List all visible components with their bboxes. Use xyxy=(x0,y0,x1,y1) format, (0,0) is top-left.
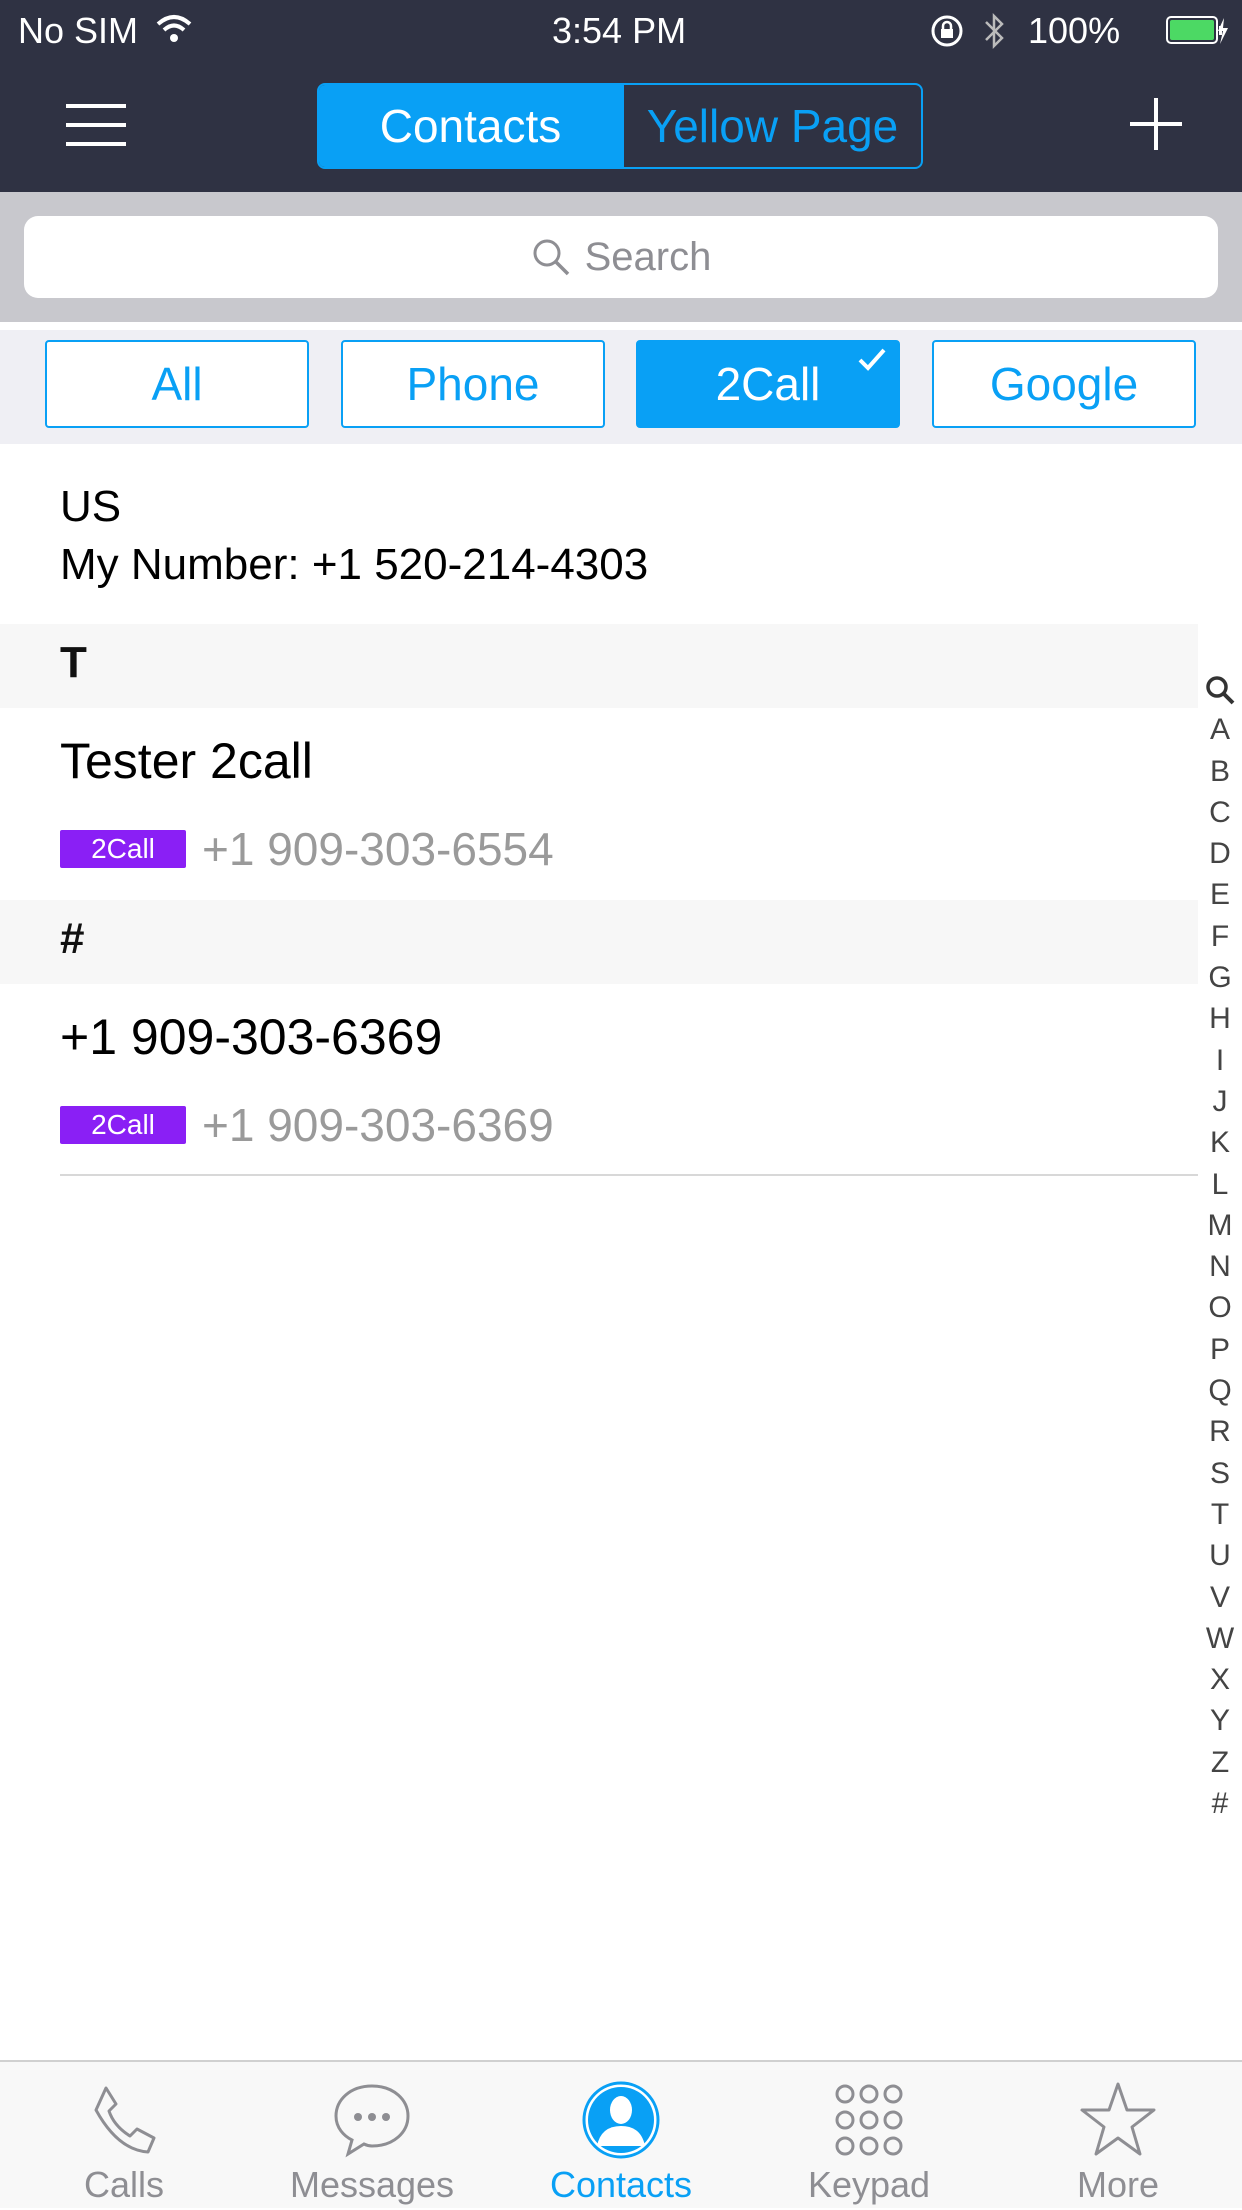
star-icon xyxy=(1080,2082,1156,2156)
index-letter[interactable]: C xyxy=(1198,792,1242,833)
section-header-t: T xyxy=(0,624,1198,708)
alphabet-index[interactable]: A B C D E F G H I J K L M N O P Q R S T … xyxy=(1198,668,1242,1824)
menu-icon[interactable] xyxy=(66,102,126,148)
index-letter[interactable]: L xyxy=(1198,1164,1242,1205)
filter-google[interactable]: Google xyxy=(932,340,1196,428)
index-letter[interactable]: A xyxy=(1198,709,1242,750)
index-letter[interactable]: J xyxy=(1198,1081,1242,1122)
nav-bar: Contacts Yellow Page xyxy=(0,62,1242,192)
tab-contacts[interactable]: Contacts xyxy=(497,2062,745,2210)
search-input[interactable]: Search xyxy=(24,216,1218,298)
tab-label: More xyxy=(1076,2164,1160,2205)
index-letter[interactable]: F xyxy=(1198,916,1242,957)
index-letter[interactable]: X xyxy=(1198,1659,1242,1700)
bluetooth-icon xyxy=(985,12,1004,50)
index-letter[interactable]: T xyxy=(1198,1494,1242,1535)
segment-yellow-page[interactable]: Yellow Page xyxy=(622,85,921,167)
index-letter[interactable]: U xyxy=(1198,1535,1242,1576)
index-letter[interactable]: K xyxy=(1198,1122,1242,1163)
tab-calls[interactable]: Calls xyxy=(0,2062,248,2210)
orientation-lock-icon xyxy=(931,15,963,47)
battery-icon xyxy=(1166,16,1228,44)
source-badge: 2Call xyxy=(60,1106,186,1144)
contact-name[interactable]: Tester 2call xyxy=(60,732,313,790)
index-letter[interactable]: N xyxy=(1198,1246,1242,1287)
index-letter[interactable]: V xyxy=(1198,1577,1242,1618)
index-letter[interactable]: E xyxy=(1198,874,1242,915)
contact-name[interactable]: +1 909-303-6369 xyxy=(60,1008,442,1066)
search-icon xyxy=(533,239,569,276)
tab-bar: Calls Messages Contacts Keypad More xyxy=(0,2060,1242,2208)
checkmark-icon xyxy=(858,348,886,371)
section-letter: T xyxy=(60,638,87,687)
index-letter[interactable]: D xyxy=(1198,833,1242,874)
my-number-block: US My Number: +1 520-214-4303 xyxy=(60,478,648,594)
index-letter[interactable]: Y xyxy=(1198,1700,1242,1741)
index-letter[interactable]: B xyxy=(1198,751,1242,792)
index-letter[interactable]: G xyxy=(1198,957,1242,998)
segment-contacts[interactable]: Contacts xyxy=(319,85,622,167)
search-placeholder: Search xyxy=(584,234,712,279)
contact-person-icon xyxy=(582,2081,660,2159)
index-letter[interactable]: # xyxy=(1198,1783,1242,1824)
index-letter[interactable]: I xyxy=(1198,1040,1242,1081)
index-letter[interactable]: W xyxy=(1198,1618,1242,1659)
row-divider xyxy=(60,1174,1198,1176)
index-letter[interactable]: P xyxy=(1198,1329,1242,1370)
battery-percent: 100% xyxy=(1028,10,1121,51)
index-letter[interactable]: S xyxy=(1198,1453,1242,1494)
section-letter: # xyxy=(60,914,85,963)
index-search-icon[interactable] xyxy=(1198,668,1242,709)
section-header-hash: # xyxy=(0,900,1198,984)
index-letter[interactable]: H xyxy=(1198,998,1242,1039)
wifi-icon xyxy=(156,15,192,42)
index-letter[interactable]: Q xyxy=(1198,1370,1242,1411)
source-badge: 2Call xyxy=(60,830,186,868)
filter-bar: All Phone 2Call Google xyxy=(0,330,1242,444)
tab-messages[interactable]: Messages xyxy=(248,2062,496,2210)
add-icon[interactable] xyxy=(1128,96,1184,152)
filter-all[interactable]: All xyxy=(45,340,309,428)
tab-label: Contacts xyxy=(549,2164,693,2205)
status-bar: No SIM 3:54 PM 100% xyxy=(0,0,1242,62)
search-area: Search xyxy=(0,192,1242,322)
index-letter[interactable]: M xyxy=(1198,1205,1242,1246)
my-number-region: US xyxy=(60,482,122,531)
tab-label: Messages xyxy=(289,2164,455,2205)
tab-label: Calls xyxy=(83,2164,164,2205)
segmented-control: Contacts Yellow Page xyxy=(317,83,923,169)
tab-more[interactable]: More xyxy=(994,2062,1242,2210)
index-letter[interactable]: R xyxy=(1198,1411,1242,1452)
message-bubble-icon xyxy=(334,2084,410,2158)
phone-icon xyxy=(94,2086,156,2154)
index-letter[interactable]: Z xyxy=(1198,1742,1242,1783)
filter-2call[interactable]: 2Call xyxy=(636,340,900,428)
contact-phone[interactable]: +1 909-303-6554 xyxy=(202,822,554,876)
index-letter[interactable]: O xyxy=(1198,1287,1242,1328)
filter-2call-label: 2Call xyxy=(715,358,821,410)
my-number-text: My Number: +1 520-214-4303 xyxy=(60,540,649,589)
clock: 3:54 PM xyxy=(552,10,687,51)
tab-keypad[interactable]: Keypad xyxy=(745,2062,993,2210)
carrier-label: No SIM xyxy=(18,10,139,51)
contact-phone[interactable]: +1 909-303-6369 xyxy=(202,1098,554,1152)
keypad-icon xyxy=(835,2084,903,2156)
filter-phone[interactable]: Phone xyxy=(341,340,605,428)
tab-label: Keypad xyxy=(807,2164,931,2205)
